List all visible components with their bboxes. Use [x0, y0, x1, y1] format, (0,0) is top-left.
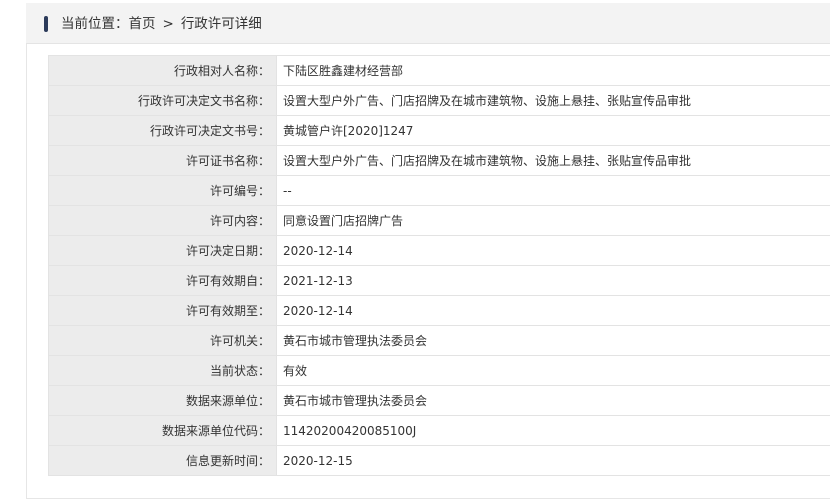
- row-value: 2020-12-14: [276, 295, 830, 326]
- table-row: 行政许可决定文书号： 黄城管户许[2020]1247: [48, 115, 830, 146]
- row-value: --: [276, 175, 830, 206]
- row-label: 许可有效期至：: [48, 295, 277, 326]
- table-row: 许可有效期至： 2020-12-14: [48, 295, 830, 326]
- row-label: 行政许可决定文书名称：: [48, 85, 277, 116]
- table-row: 许可机关： 黄石市城市管理执法委员会: [48, 325, 830, 356]
- row-label: 许可编号：: [48, 175, 277, 206]
- row-label: 许可有效期自：: [48, 265, 277, 296]
- breadcrumb-home-link[interactable]: 首页: [129, 13, 156, 35]
- row-value: 设置大型户外广告、门店招牌及在城市建筑物、设施上悬挂、张贴宣传品审批: [276, 85, 830, 116]
- breadcrumb-marker-icon: [44, 16, 48, 32]
- row-value: 下陆区胜鑫建材经营部: [276, 55, 830, 86]
- row-label: 许可内容：: [48, 205, 277, 236]
- row-value: 同意设置门店招牌广告: [276, 205, 830, 236]
- table-row: 当前状态： 有效: [48, 355, 830, 386]
- table-row: 数据来源单位： 黄石市城市管理执法委员会: [48, 385, 830, 416]
- table-row: 许可编号： --: [48, 175, 830, 206]
- table-row: 许可内容： 同意设置门店招牌广告: [48, 205, 830, 236]
- table-row: 数据来源单位代码： 11420200420085100J: [48, 415, 830, 446]
- breadcrumb-separator: >: [162, 16, 174, 32]
- page: 当前位置：首页 > 行政许可详细 行政相对人名称： 下陆区胜鑫建材经营部 行政许可决…: [0, 0, 830, 502]
- row-value: 黄城管户许[2020]1247: [276, 115, 830, 146]
- row-label: 行政许可决定文书号：: [48, 115, 277, 146]
- row-value: 2020-12-14: [276, 235, 830, 266]
- row-label: 许可证书名称：: [48, 145, 277, 176]
- breadcrumb: 当前位置：首页 > 行政许可详细: [61, 13, 262, 35]
- row-value: 有效: [276, 355, 830, 386]
- table-row: 行政相对人名称： 下陆区胜鑫建材经营部: [48, 55, 830, 86]
- table-row: 许可有效期自： 2021-12-13: [48, 265, 830, 296]
- row-label: 数据来源单位代码：: [48, 415, 277, 446]
- row-value: 黄石市城市管理执法委员会: [276, 325, 830, 356]
- detail-table: 行政相对人名称： 下陆区胜鑫建材经营部 行政许可决定文书名称： 设置大型户外广告…: [48, 55, 830, 476]
- row-value: 2020-12-15: [276, 445, 830, 476]
- row-value: 2021-12-13: [276, 265, 830, 296]
- row-label: 许可机关：: [48, 325, 277, 356]
- row-value: 设置大型户外广告、门店招牌及在城市建筑物、设施上悬挂、张贴宣传品审批: [276, 145, 830, 176]
- table-row: 许可决定日期： 2020-12-14: [48, 235, 830, 266]
- row-value: 黄石市城市管理执法委员会: [276, 385, 830, 416]
- row-label: 当前状态：: [48, 355, 277, 386]
- breadcrumb-current: 行政许可详细: [180, 16, 262, 32]
- row-label: 许可决定日期：: [48, 235, 277, 266]
- row-label: 行政相对人名称：: [48, 55, 277, 86]
- table-row: 许可证书名称： 设置大型户外广告、门店招牌及在城市建筑物、设施上悬挂、张贴宣传品…: [48, 145, 830, 176]
- table-row: 信息更新时间： 2020-12-15: [48, 445, 830, 476]
- breadcrumb-prefix: 当前位置：: [61, 16, 129, 32]
- row-value: 11420200420085100J: [276, 415, 830, 446]
- row-label: 信息更新时间：: [48, 445, 277, 476]
- breadcrumb-bar: 当前位置：首页 > 行政许可详细: [26, 3, 830, 44]
- row-label: 数据来源单位：: [48, 385, 277, 416]
- table-row: 行政许可决定文书名称： 设置大型户外广告、门店招牌及在城市建筑物、设施上悬挂、张…: [48, 85, 830, 116]
